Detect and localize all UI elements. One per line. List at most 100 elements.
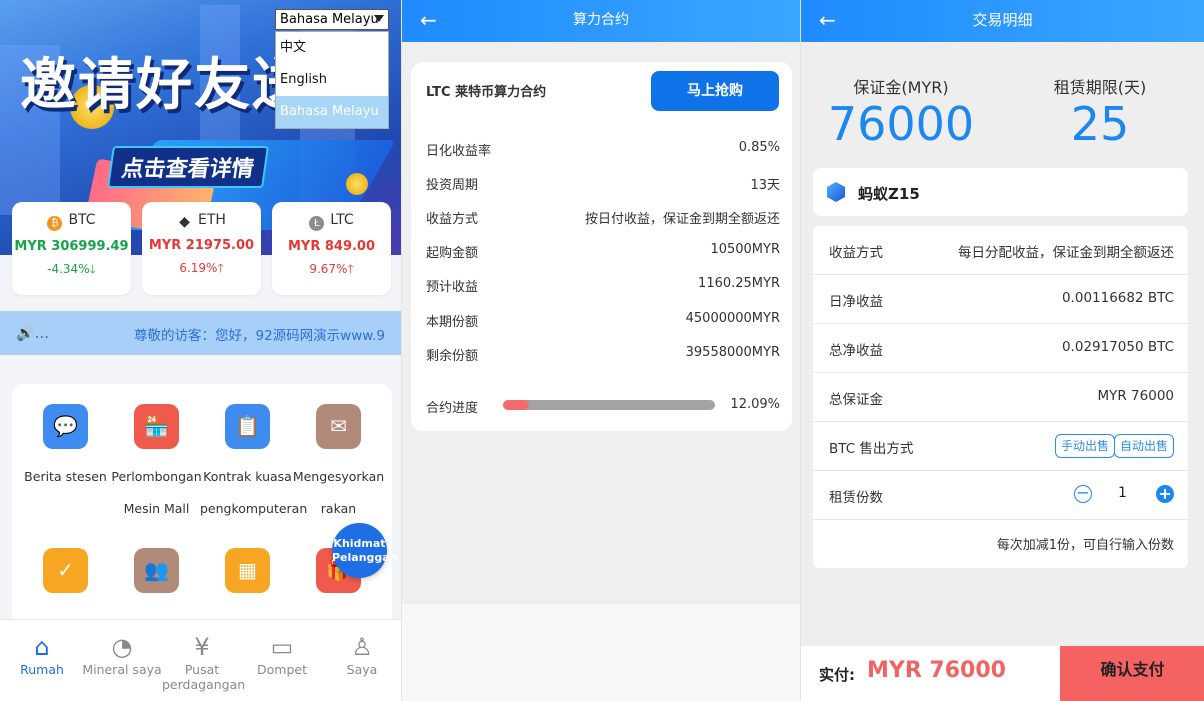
- coin-price: MYR 849.00: [287, 239, 376, 254]
- row-value: MYR 76000: [1097, 388, 1174, 404]
- grid-label: Berita stesen: [24, 469, 107, 484]
- auto-sell-button[interactable]: 自动出售: [1113, 434, 1174, 458]
- confirm-pay-button[interactable]: 确认支付: [1060, 646, 1204, 701]
- row-key: 收益方式: [426, 212, 479, 227]
- tab-trading[interactable]: ¥ Pusat perdagangan: [162, 632, 246, 692]
- tab-label: Saya: [346, 662, 378, 677]
- grid-item-news[interactable]: 💬 Berita stesen: [18, 404, 113, 493]
- language-dropdown: 中文 English Bahasa Melayu: [275, 31, 389, 129]
- sell-method-row: BTC 售出方式 手动出售 自动出售: [813, 422, 1188, 471]
- term-label: 租赁期限(天): [1053, 78, 1147, 97]
- price-card-ltc[interactable]: Ł LTC MYR 849.00 9.67%🡑: [272, 202, 391, 295]
- grid-item-mining-mall[interactable]: 🏪 Perlombongan Mesin Mall: [109, 404, 204, 525]
- grid-label: Mesin Mall: [123, 501, 190, 516]
- grid-item-7[interactable]: ▦: [200, 548, 295, 593]
- bottom-area: [402, 604, 800, 701]
- grid-item-6[interactable]: 👥: [109, 548, 204, 593]
- coin-change: 9.67%: [309, 262, 348, 276]
- tab-label: Mineral saya: [82, 662, 162, 677]
- contract-row: 预计收益 1160.25MYR: [426, 276, 780, 296]
- coin-icon: [346, 173, 368, 195]
- arrow-down-icon: 🡓: [89, 262, 96, 276]
- speaker-icon: 🔊...: [16, 324, 49, 342]
- coin-symbol: BTC: [68, 212, 96, 228]
- users-icon: 👥: [134, 548, 179, 593]
- trade-detail-screen: ← 交易明细 保证金(MYR) 76000 租赁期限(天) 25 蚂蚁Z15 收…: [800, 0, 1204, 701]
- quantity-row: 租赁份数 − 1 +: [813, 471, 1188, 520]
- language-option-en[interactable]: English: [276, 64, 388, 96]
- cs-label: Pelanggan: [332, 551, 398, 564]
- tab-label: Rumah: [20, 662, 64, 677]
- term-value: 25: [1070, 97, 1130, 151]
- payment-label: 实付:: [819, 666, 855, 684]
- coin-price: MYR 306999.49: [14, 239, 129, 254]
- back-arrow-icon[interactable]: ←: [420, 0, 437, 40]
- ethereum-icon: ◆: [177, 215, 193, 230]
- row-key: 总净收益: [829, 343, 883, 359]
- shop-icon: 🏪: [134, 404, 179, 449]
- feature-grid: 💬 Berita stesen 🏪 Perlombongan Mesin Mall…: [12, 384, 392, 644]
- grid-item-5[interactable]: ✓: [18, 548, 113, 593]
- product-name: 蚂蚁Z15: [858, 185, 920, 203]
- header: ← 交易明细: [801, 0, 1204, 42]
- row-key: 预计收益: [426, 280, 479, 295]
- tab-label: Pusat perdagangan: [162, 662, 246, 692]
- contract-card: LTC 莱特币算力合约 马上抢购 日化收益率 0.85% 投资周期 13天 收益方式…: [411, 62, 792, 431]
- grid-item-recommend[interactable]: ✉ Mengesyorkan rakan: [291, 404, 386, 525]
- progress-bar: [503, 400, 715, 410]
- row-value: 每日分配收益，保证金到期全额返还: [958, 245, 1174, 261]
- banner-cta[interactable]: 点击查看详情: [107, 146, 269, 188]
- quantity-note: 每次加减1份，可自行输入份数: [996, 538, 1174, 553]
- language-select[interactable]: Bahasa Melayu: [275, 9, 389, 30]
- term-stat: 租赁期限(天) 25: [1000, 74, 1200, 150]
- bottom-tab-bar: ⌂ Rumah ◔ Mineral saya ¥ Pusat perdagang…: [0, 619, 401, 701]
- announcement-bar[interactable]: 🔊... 尊敬的访客：您好，92源码网演示www.9: [0, 311, 401, 355]
- tab-my-mining[interactable]: ◔ Mineral saya: [82, 632, 162, 677]
- deposit-value: 76000: [827, 97, 975, 151]
- quantity-value[interactable]: 1: [1118, 485, 1127, 501]
- tab-home[interactable]: ⌂ Rumah: [2, 632, 82, 677]
- contract-title: LTC 莱特币算力合约: [426, 85, 547, 100]
- row-key: 剩余份额: [426, 349, 479, 364]
- price-card-btc[interactable]: ₿ BTC MYR 306999.49 -4.34%🡓: [12, 202, 131, 295]
- contract-row: 日化收益率 0.85%: [426, 140, 780, 160]
- row-value: 0.02917050 BTC: [1061, 339, 1174, 355]
- grid-item-contract[interactable]: 📋 Kontrak kuasa pengkomputeran: [200, 404, 307, 525]
- price-card-eth[interactable]: ◆ ETH MYR 21975.00 6.19%🡑: [142, 202, 261, 295]
- litecoin-icon: Ł: [309, 216, 325, 231]
- language-option-ms[interactable]: Bahasa Melayu: [276, 96, 388, 128]
- plus-button[interactable]: +: [1156, 485, 1174, 503]
- coin-symbol: LTC: [330, 212, 354, 228]
- contract-icon: 📋: [225, 404, 270, 449]
- minus-button[interactable]: −: [1074, 485, 1092, 503]
- grid-label: Kontrak kuasa: [203, 469, 292, 484]
- row-value: 39558000MYR: [685, 345, 780, 360]
- payment-footer: 实付: MYR 76000 确认支付: [801, 646, 1204, 701]
- progress-value: 12.09%: [730, 397, 780, 412]
- language-option-zh[interactable]: 中文: [276, 32, 388, 64]
- customer-service-button[interactable]: Khidmat Pelanggan: [332, 523, 398, 578]
- detail-row: 日净收益 0.00116682 BTC: [813, 275, 1188, 324]
- detail-row: 总净收益 0.02917050 BTC: [813, 324, 1188, 373]
- tab-profile[interactable]: ♙ Saya: [322, 632, 401, 677]
- arrow-up-icon: 🡑: [347, 262, 354, 276]
- page-title: 算力合约: [573, 12, 629, 28]
- buy-now-button[interactable]: 马上抢购: [651, 71, 779, 111]
- calendar-icon: ✓: [43, 548, 88, 593]
- yen-icon: ¥: [194, 633, 210, 661]
- cs-label: Khidmat: [333, 537, 386, 550]
- contract-row: 收益方式 按日付收益，保证金到期全额返还: [426, 208, 780, 228]
- back-arrow-icon[interactable]: ←: [819, 0, 836, 40]
- row-value: 0.00116682 BTC: [1061, 290, 1174, 306]
- quantity-stepper: − 1 +: [1074, 485, 1174, 505]
- grid-label: rakan: [320, 501, 357, 516]
- detail-table: 收益方式 每日分配收益，保证金到期全额返还 日净收益 0.00116682 BTC …: [813, 226, 1188, 568]
- manual-sell-button[interactable]: 手动出售: [1054, 434, 1115, 458]
- page-title: 交易明细: [972, 11, 1033, 29]
- progress-label: 合约进度: [426, 401, 479, 416]
- wallet-icon: ▭: [270, 633, 294, 661]
- chat-icon: 💬: [43, 404, 88, 449]
- row-key: 本期份额: [426, 315, 479, 330]
- tab-wallet[interactable]: ▭ Dompet: [242, 632, 322, 677]
- row-key: 日化收益率: [426, 144, 492, 159]
